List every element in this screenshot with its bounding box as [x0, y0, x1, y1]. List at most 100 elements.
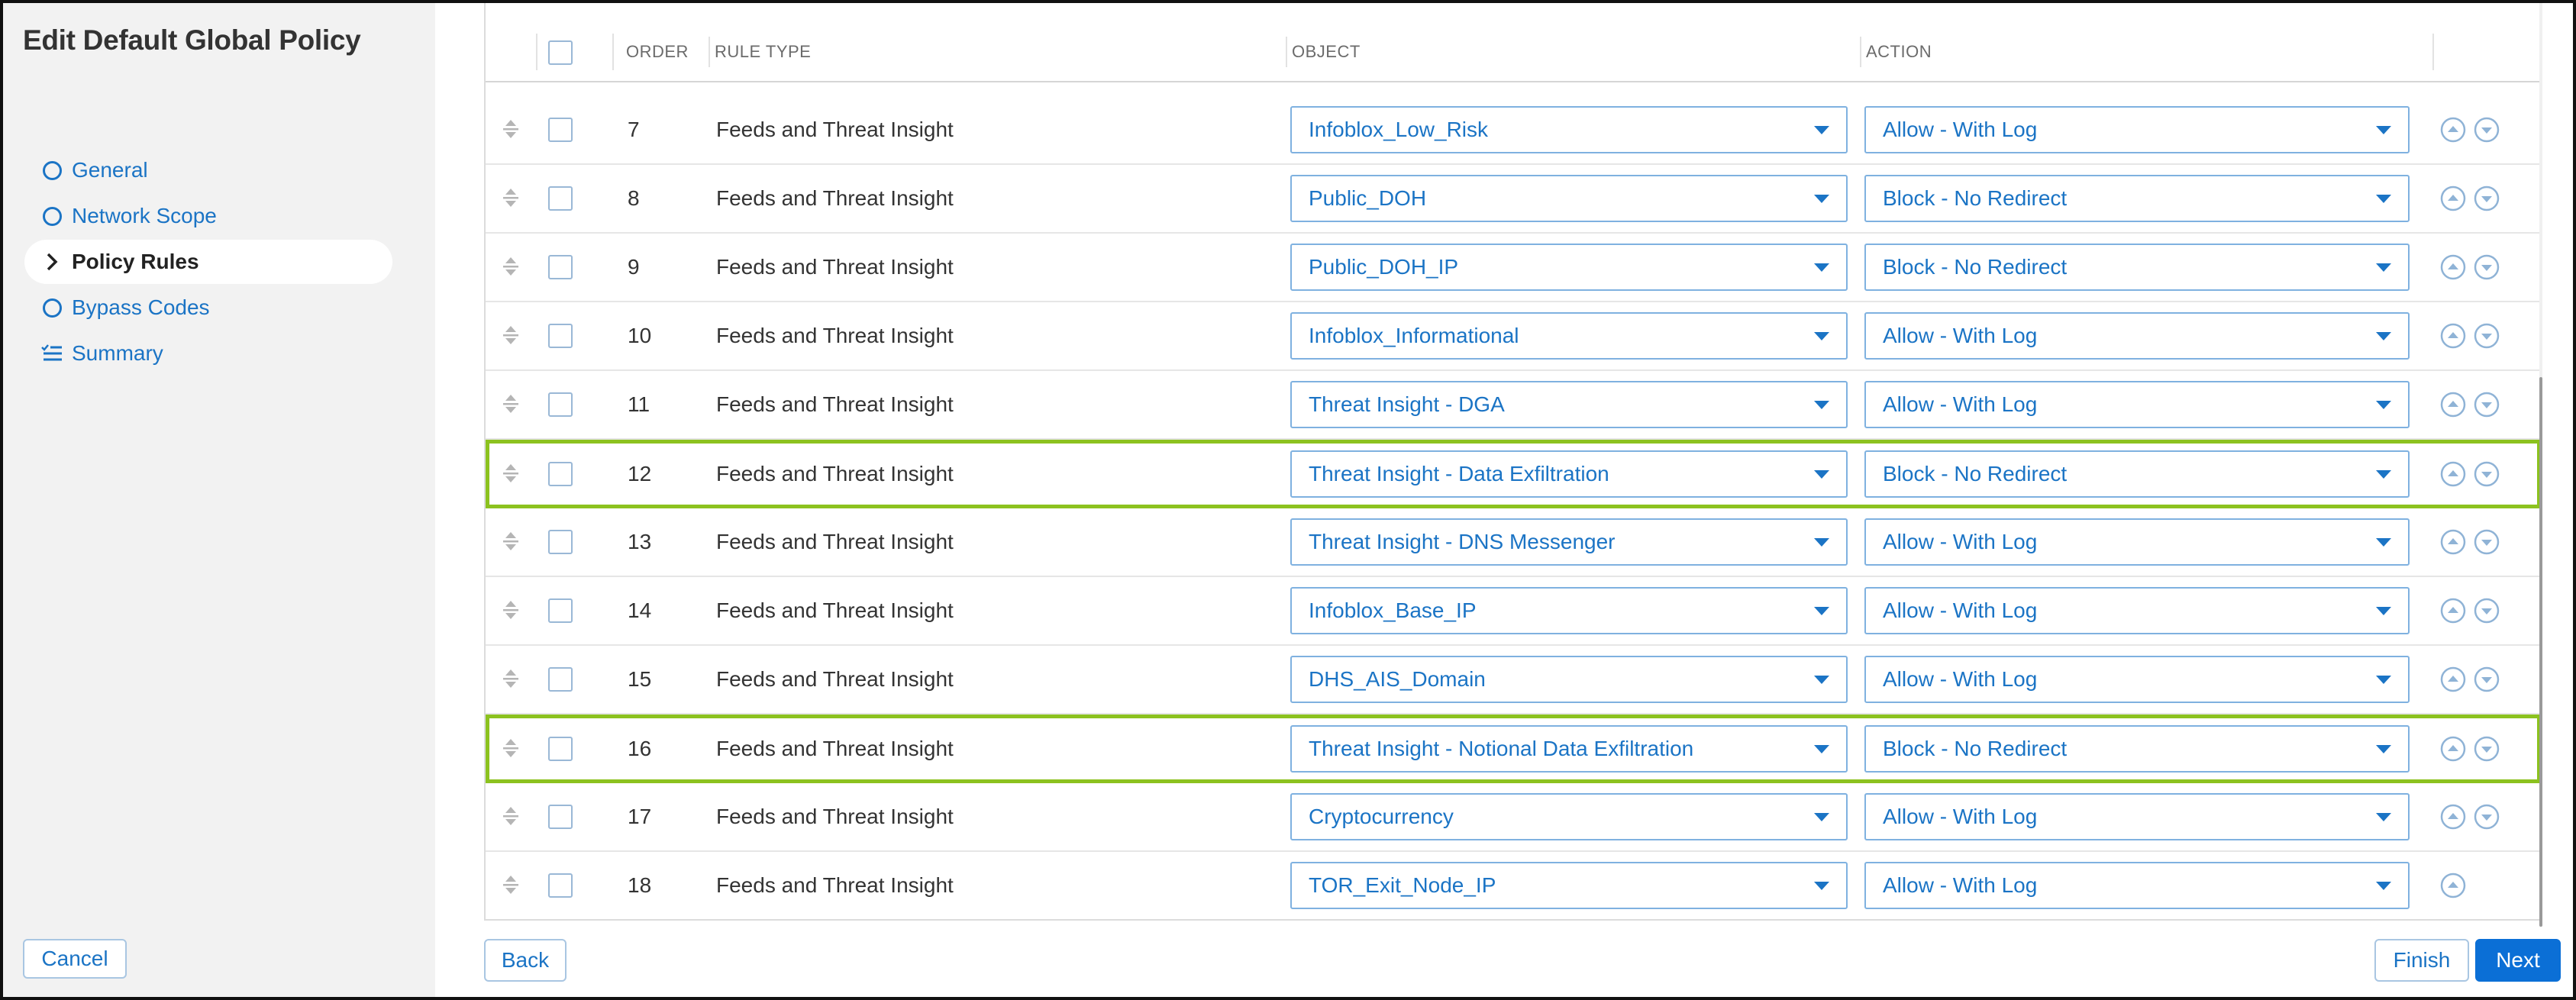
caret-down-icon — [1814, 400, 1829, 409]
row-checkbox-cell — [548, 371, 573, 438]
action-select[interactable]: Allow - With Log — [1864, 793, 2410, 840]
object-cell: Infoblox_Base_IP — [1290, 577, 1848, 644]
move-up-icon[interactable] — [2440, 254, 2466, 280]
action-select[interactable]: Allow - With Log — [1864, 106, 2410, 153]
action-select[interactable]: Allow - With Log — [1864, 587, 2410, 634]
move-down-icon[interactable] — [2474, 117, 2500, 143]
nav-item-network-scope[interactable]: Network Scope — [24, 194, 392, 238]
scrollbar-thumb[interactable] — [2539, 377, 2542, 927]
move-up-icon[interactable] — [2440, 529, 2466, 555]
move-down-icon[interactable] — [2474, 666, 2500, 692]
row-order: 7 — [628, 118, 640, 141]
move-up-icon[interactable] — [2440, 323, 2466, 349]
row-checkbox[interactable] — [548, 118, 573, 142]
drag-handle-icon[interactable] — [499, 531, 522, 553]
move-down-icon[interactable] — [2474, 598, 2500, 624]
action-select[interactable]: Allow - With Log — [1864, 518, 2410, 566]
row-checkbox[interactable] — [548, 324, 573, 348]
row-checkbox[interactable] — [548, 255, 573, 279]
header-order[interactable]: ORDER — [626, 37, 689, 67]
policy-rules-table: ORDER RULE TYPE OBJECT ACTION 7 Feeds and… — [484, 3, 2542, 921]
row-checkbox[interactable] — [548, 737, 573, 761]
header-object[interactable]: OBJECT — [1286, 37, 1361, 67]
object-select[interactable]: Infoblox_Base_IP — [1290, 587, 1848, 634]
move-up-icon[interactable] — [2440, 461, 2466, 487]
scrollbar-track[interactable] — [2539, 3, 2542, 927]
row-checkbox[interactable] — [548, 667, 573, 692]
action-select[interactable]: Block - No Redirect — [1864, 450, 2410, 498]
move-up-icon[interactable] — [2440, 666, 2466, 692]
row-checkbox[interactable] — [548, 598, 573, 623]
drag-handle-cell — [499, 852, 522, 919]
drag-handle-icon[interactable] — [499, 256, 522, 279]
object-select[interactable]: Threat Insight - DGA — [1290, 381, 1848, 428]
move-down-icon[interactable] — [2474, 736, 2500, 762]
action-select[interactable]: Allow - With Log — [1864, 862, 2410, 909]
next-button[interactable]: Next — [2475, 939, 2561, 982]
nav-item-bypass-codes[interactable]: Bypass Codes — [24, 285, 392, 330]
drag-handle-icon[interactable] — [499, 805, 522, 828]
action-select[interactable]: Allow - With Log — [1864, 656, 2410, 703]
drag-handle-icon[interactable] — [499, 599, 522, 622]
cancel-button[interactable]: Cancel — [23, 939, 127, 979]
drag-handle-icon[interactable] — [499, 874, 522, 897]
drag-handle-icon[interactable] — [499, 393, 522, 416]
move-up-icon[interactable] — [2440, 392, 2466, 418]
row-checkbox[interactable] — [548, 186, 573, 211]
move-down-icon[interactable] — [2474, 392, 2500, 418]
drag-handle-icon[interactable] — [499, 118, 522, 141]
move-down-icon[interactable] — [2474, 529, 2500, 555]
row-checkbox[interactable] — [548, 462, 573, 486]
move-down-icon[interactable] — [2474, 461, 2500, 487]
row-checkbox[interactable] — [548, 530, 573, 554]
drag-handle-icon[interactable] — [499, 324, 522, 347]
action-select[interactable]: Allow - With Log — [1864, 381, 2410, 428]
move-up-icon[interactable] — [2440, 185, 2466, 211]
move-down-icon[interactable] — [2474, 323, 2500, 349]
move-up-icon[interactable] — [2440, 804, 2466, 830]
action-select[interactable]: Block - No Redirect — [1864, 244, 2410, 291]
object-select-value: Infoblox_Base_IP — [1309, 598, 1477, 622]
nav-item-policy-rules[interactable]: Policy Rules — [24, 240, 392, 284]
object-select[interactable]: Threat Insight - Notional Data Exfiltrat… — [1290, 725, 1848, 773]
move-controls — [2440, 302, 2500, 369]
action-cell: Block - No Redirect — [1864, 718, 2410, 779]
row-checkbox[interactable] — [548, 805, 573, 829]
header-rule-type[interactable]: RULE TYPE — [709, 37, 811, 67]
action-select[interactable]: Block - No Redirect — [1864, 725, 2410, 773]
finish-button[interactable]: Finish — [2374, 939, 2469, 982]
object-select[interactable]: Threat Insight - DNS Messenger — [1290, 518, 1848, 566]
move-up-icon[interactable] — [2440, 598, 2466, 624]
row-checkbox[interactable] — [548, 873, 573, 898]
object-select[interactable]: Infoblox_Low_Risk — [1290, 106, 1848, 153]
move-down-icon[interactable] — [2474, 185, 2500, 211]
row-checkbox[interactable] — [548, 392, 573, 417]
select-all-checkbox[interactable] — [548, 40, 573, 65]
drag-handle-icon[interactable] — [499, 187, 522, 210]
move-up-icon[interactable] — [2440, 873, 2466, 898]
drag-handle-icon[interactable] — [499, 463, 522, 485]
object-select[interactable]: Infoblox_Informational — [1290, 312, 1848, 360]
move-down-icon[interactable] — [2474, 254, 2500, 280]
object-select[interactable]: Cryptocurrency — [1290, 793, 1848, 840]
caret-down-icon — [1814, 606, 1829, 615]
move-up-icon[interactable] — [2440, 736, 2466, 762]
nav-item-summary[interactable]: Summary — [24, 331, 392, 376]
nav-item-general[interactable]: General — [24, 148, 392, 192]
object-select[interactable]: Public_DOH_IP — [1290, 244, 1848, 291]
object-select[interactable]: DHS_AIS_Domain — [1290, 656, 1848, 703]
move-down-icon[interactable] — [2474, 804, 2500, 830]
object-select[interactable]: Public_DOH — [1290, 175, 1848, 222]
move-up-icon[interactable] — [2440, 117, 2466, 143]
header-action[interactable]: ACTION — [1860, 37, 1932, 67]
object-select[interactable]: Threat Insight - Data Exfiltration — [1290, 450, 1848, 498]
drag-handle-icon[interactable] — [499, 737, 522, 760]
object-select[interactable]: TOR_Exit_Node_IP — [1290, 862, 1848, 909]
action-select[interactable]: Allow - With Log — [1864, 312, 2410, 360]
object-select-value: Threat Insight - Data Exfiltration — [1309, 462, 1609, 485]
object-select-value: Infoblox_Low_Risk — [1309, 118, 1489, 141]
drag-handle-icon[interactable] — [499, 668, 522, 691]
row-checkbox-cell — [548, 234, 573, 301]
back-button[interactable]: Back — [484, 939, 567, 982]
action-select[interactable]: Block - No Redirect — [1864, 175, 2410, 222]
